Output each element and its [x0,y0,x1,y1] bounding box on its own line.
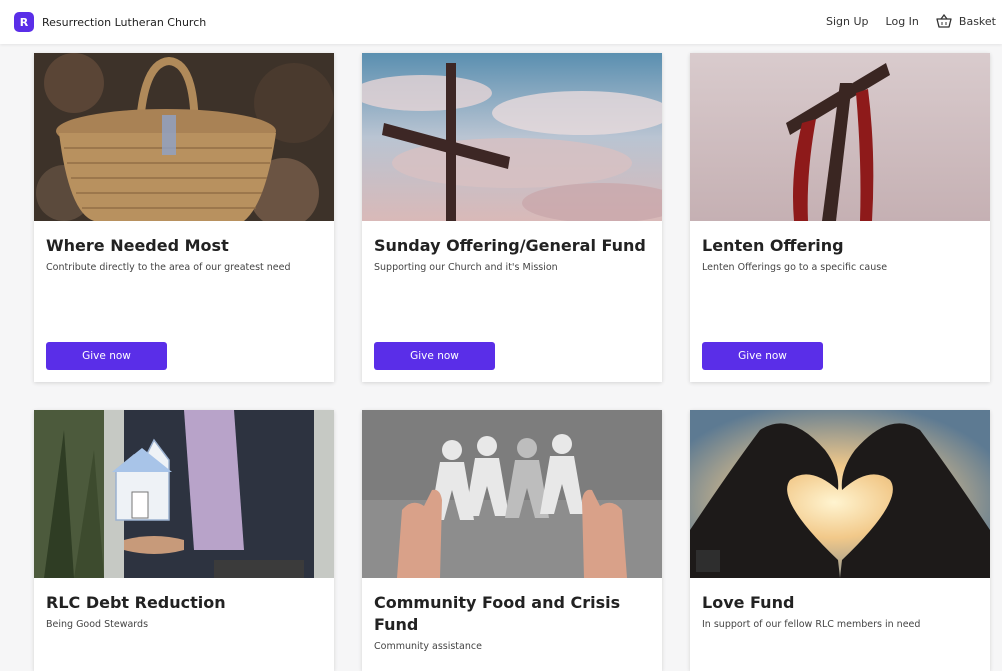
sign-up-link[interactable]: Sign Up [826,15,869,28]
fund-card-lenten-offering[interactable]: Lenten Offering Lenten Offerings go to a… [690,53,990,382]
fund-title[interactable]: Lenten Offering [702,235,978,257]
fund-title[interactable]: Sunday Offering/General Fund [374,235,650,257]
fund-card-where-needed-most[interactable]: Where Needed Most Contribute directly to… [34,53,334,382]
cross-with-red-cloth-photo [690,53,990,221]
fund-description: Being Good Stewards [46,619,149,630]
basket-label: Basket [958,14,996,28]
brand[interactable]: R Resurrection Lutheran Church [14,12,206,32]
fund-description: Contribute directly to the area of our g… [46,262,291,273]
paper-chain-people-photo [362,410,662,578]
cross-against-sky-photo [362,53,662,221]
fund-description: In support of our fellow RLC members in … [702,619,921,630]
hand-holding-house-photo [34,410,334,578]
basket-icon [936,14,952,28]
give-now-button[interactable]: Give now [374,342,495,370]
give-now-button[interactable]: Give now [702,342,823,370]
church-name[interactable]: Resurrection Lutheran Church [42,16,206,29]
give-now-button[interactable]: Give now [46,342,167,370]
basket-link[interactable]: Basket [936,14,996,28]
fund-description: Lenten Offerings go to a specific cause [702,262,888,273]
wicker-basket-photo [34,53,334,221]
fund-title[interactable]: Community Food and Crisis Fund [374,592,650,636]
fund-description: Supporting our Church and it's Mission [374,262,558,273]
fund-card-rlc-debt-reduction[interactable]: RLC Debt Reduction Being Good Stewards [34,410,334,671]
fund-description: Community assistance [374,641,482,652]
fund-card-love-fund[interactable]: Love Fund In support of our fellow RLC m… [690,410,990,671]
fund-title[interactable]: RLC Debt Reduction [46,592,322,614]
fund-card-community-food-crisis[interactable]: Community Food and Crisis Fund Community… [362,410,662,671]
fund-title[interactable]: Love Fund [702,592,978,614]
fund-title[interactable]: Where Needed Most [46,235,322,257]
header-nav: Sign Up Log In Basket [826,14,996,28]
fund-card-sunday-offering[interactable]: Sunday Offering/General Fund Supporting … [362,53,662,382]
church-logo[interactable]: R [14,12,34,32]
log-in-link[interactable]: Log In [886,15,919,28]
heart-hands-sunset-photo [690,410,990,578]
top-navigation-bar: R Resurrection Lutheran Church Sign Up L… [0,0,1002,44]
